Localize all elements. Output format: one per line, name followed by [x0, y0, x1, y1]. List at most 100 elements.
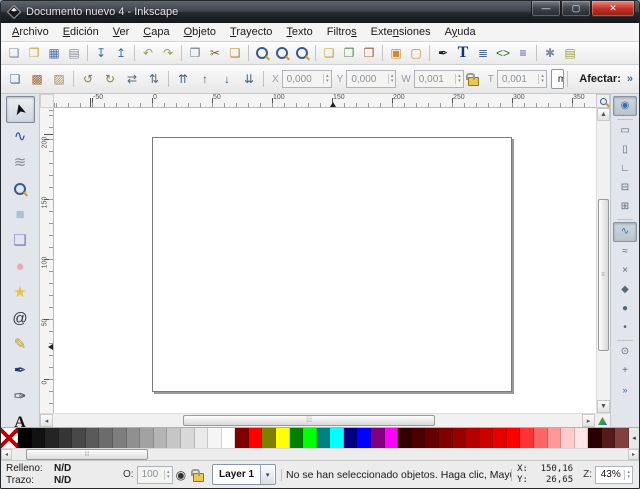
x-spinner[interactable]: ▴▾: [323, 74, 329, 84]
raise-icon[interactable]: ↑: [194, 68, 216, 90]
swatch-#484848[interactable]: [72, 428, 86, 448]
zoom-corner-button[interactable]: [596, 94, 610, 108]
lower-to-bottom-icon[interactable]: ⇊: [238, 68, 260, 90]
tool-selector[interactable]: ➤: [6, 96, 35, 123]
swatch-#ffe6e6[interactable]: [575, 428, 589, 448]
tool-pencil[interactable]: ✎: [7, 332, 34, 357]
new-document-icon[interactable]: ❏: [4, 44, 24, 63]
close-button[interactable]: ✕: [591, 1, 635, 17]
snap-enable-icon[interactable]: ◉: [613, 96, 637, 116]
horizontal-scrollbar[interactable]: ◂ ⁞⁞⁞ ▸: [40, 413, 610, 427]
tool-zoom[interactable]: [7, 176, 34, 201]
select-all-layers-icon[interactable]: ▩: [26, 68, 48, 90]
menu-archivo[interactable]: Archivo: [5, 25, 56, 39]
snapbar-overflow[interactable]: »: [614, 381, 636, 399]
menu-texto[interactable]: Texto: [279, 25, 319, 39]
layer-visibility-eye-icon[interactable]: ◉: [176, 468, 186, 482]
palette-scroll-left-icon[interactable]: ◂: [1, 449, 12, 460]
width-field[interactable]: 0,001 ▴▾: [414, 70, 464, 88]
deselect-icon[interactable]: ▨: [48, 68, 70, 90]
swatch-#808000[interactable]: [262, 428, 276, 448]
vertical-scroll-track[interactable]: ≡: [597, 121, 610, 400]
snap-bbox-edge-midpoints-icon[interactable]: ⊟: [614, 179, 636, 197]
tool-tweak[interactable]: ≋: [7, 150, 34, 175]
menu-edicion[interactable]: Edición: [56, 25, 106, 39]
menu-ayuda[interactable]: Ayuda: [438, 25, 483, 39]
swatch-#551a1a[interactable]: [602, 428, 616, 448]
vertical-ruler[interactable]: 200150100500: [40, 108, 54, 413]
rotate-ccw-icon[interactable]: ↺: [77, 68, 99, 90]
snap-midpoints-icon[interactable]: •: [614, 319, 636, 337]
snap-bbox-icon[interactable]: ▭: [614, 122, 636, 140]
redo-icon[interactable]: ↷: [158, 44, 178, 63]
swatch-#2b0000[interactable]: [588, 428, 602, 448]
opacity-spinner[interactable]: ▴▾: [164, 470, 170, 480]
palette-scroll-track[interactable]: ⁞⁞⁞: [12, 449, 628, 460]
swatch-#b30000[interactable]: [466, 428, 480, 448]
tool-3dbox[interactable]: ❑: [7, 228, 34, 253]
tool-calligraphy[interactable]: ✑: [7, 384, 34, 409]
scroll-up-icon[interactable]: ▲: [597, 108, 610, 121]
minimize-button[interactable]: —: [531, 1, 561, 17]
tool-pen[interactable]: ✒: [7, 358, 34, 383]
tool-spiral[interactable]: @: [7, 306, 34, 331]
layer-select[interactable]: Layer 1 ▾: [212, 464, 276, 485]
swatch-#909090[interactable]: [127, 428, 141, 448]
menu-objeto[interactable]: Objeto: [177, 25, 223, 39]
paste-icon[interactable]: ❑: [225, 44, 245, 63]
color-managed-mode-icon[interactable]: [595, 414, 610, 427]
snap-bbox-corners-icon[interactable]: ∟: [614, 160, 636, 178]
snap-paths-icon[interactable]: ≈: [614, 243, 636, 261]
palette-scroll-right-icon[interactable]: ▸: [628, 449, 639, 460]
zoom-field[interactable]: 43% ▴▾: [595, 466, 633, 484]
height-spinner[interactable]: ▴▾: [538, 74, 544, 84]
unit-select[interactable]: mm ▾: [551, 69, 564, 89]
menu-trayecto[interactable]: Trayecto: [223, 25, 279, 39]
menu-ver[interactable]: Ver: [106, 25, 137, 39]
zoom-selection-icon[interactable]: [252, 44, 272, 63]
layers-dialog-icon[interactable]: ≣: [473, 44, 493, 63]
flip-horizontal-icon[interactable]: ⇄: [121, 68, 143, 90]
swatch-#ff6666[interactable]: [534, 428, 548, 448]
vertical-scrollbar[interactable]: ▲ ≡ ▼: [596, 108, 610, 413]
print-icon[interactable]: ▤: [64, 44, 84, 63]
tool-ellipse[interactable]: ●: [7, 254, 34, 279]
swatch-#eaeaea[interactable]: [195, 428, 209, 448]
snap-smooth-nodes-icon[interactable]: ●: [614, 300, 636, 318]
swatch-#800000[interactable]: [439, 428, 453, 448]
swatch-#660000[interactable]: [425, 428, 439, 448]
swatch-#990000[interactable]: [453, 428, 467, 448]
horizontal-scroll-thumb[interactable]: ⁞⁞⁞: [183, 415, 435, 426]
swatch-#008000[interactable]: [290, 428, 304, 448]
swatch-#242424[interactable]: [45, 428, 59, 448]
menu-extensiones[interactable]: Extensiones: [364, 25, 438, 39]
raise-to-top-icon[interactable]: ⇈: [172, 68, 194, 90]
swatch-#008080[interactable]: [317, 428, 331, 448]
tool-node-editor[interactable]: ∿: [7, 124, 34, 149]
swatch-#ffffff[interactable]: [222, 428, 236, 448]
scroll-right-icon[interactable]: ▸: [582, 414, 595, 427]
swatch-#000080[interactable]: [344, 428, 358, 448]
palette-scrollbar[interactable]: ◂ ⁞⁞⁞ ▸: [1, 448, 639, 460]
menu-capa[interactable]: Capa: [136, 25, 176, 39]
save-document-icon[interactable]: ▦: [44, 44, 64, 63]
snap-bbox-centers-icon[interactable]: ⊞: [614, 198, 636, 216]
flip-vertical-icon[interactable]: ⇅: [143, 68, 165, 90]
swatch-#e60000[interactable]: [493, 428, 507, 448]
fill-stroke-dialog-icon[interactable]: ✒: [433, 44, 453, 63]
snap-object-centers-icon[interactable]: ⊙: [614, 343, 636, 361]
palette-overflow-arrow[interactable]: ◂: [629, 428, 639, 448]
preferences-icon[interactable]: ✱: [540, 44, 560, 63]
lower-icon[interactable]: ↓: [216, 68, 238, 90]
swatch-#5a5a5a[interactable]: [86, 428, 100, 448]
swatch-#4d0000[interactable]: [412, 428, 426, 448]
export-icon[interactable]: ↥: [111, 44, 131, 63]
align-dialog-icon[interactable]: ≡: [513, 44, 533, 63]
swatch-none[interactable]: [1, 428, 18, 448]
x-field[interactable]: 0,000 ▴▾: [282, 70, 332, 88]
text-dialog-icon[interactable]: T: [453, 44, 473, 63]
palette-scroll-thumb[interactable]: ⁞⁞⁞: [26, 449, 148, 460]
swatch-#d8d8d8[interactable]: [181, 428, 195, 448]
swatch-#ff00ff[interactable]: [385, 428, 399, 448]
swatch-#ffff00[interactable]: [276, 428, 290, 448]
